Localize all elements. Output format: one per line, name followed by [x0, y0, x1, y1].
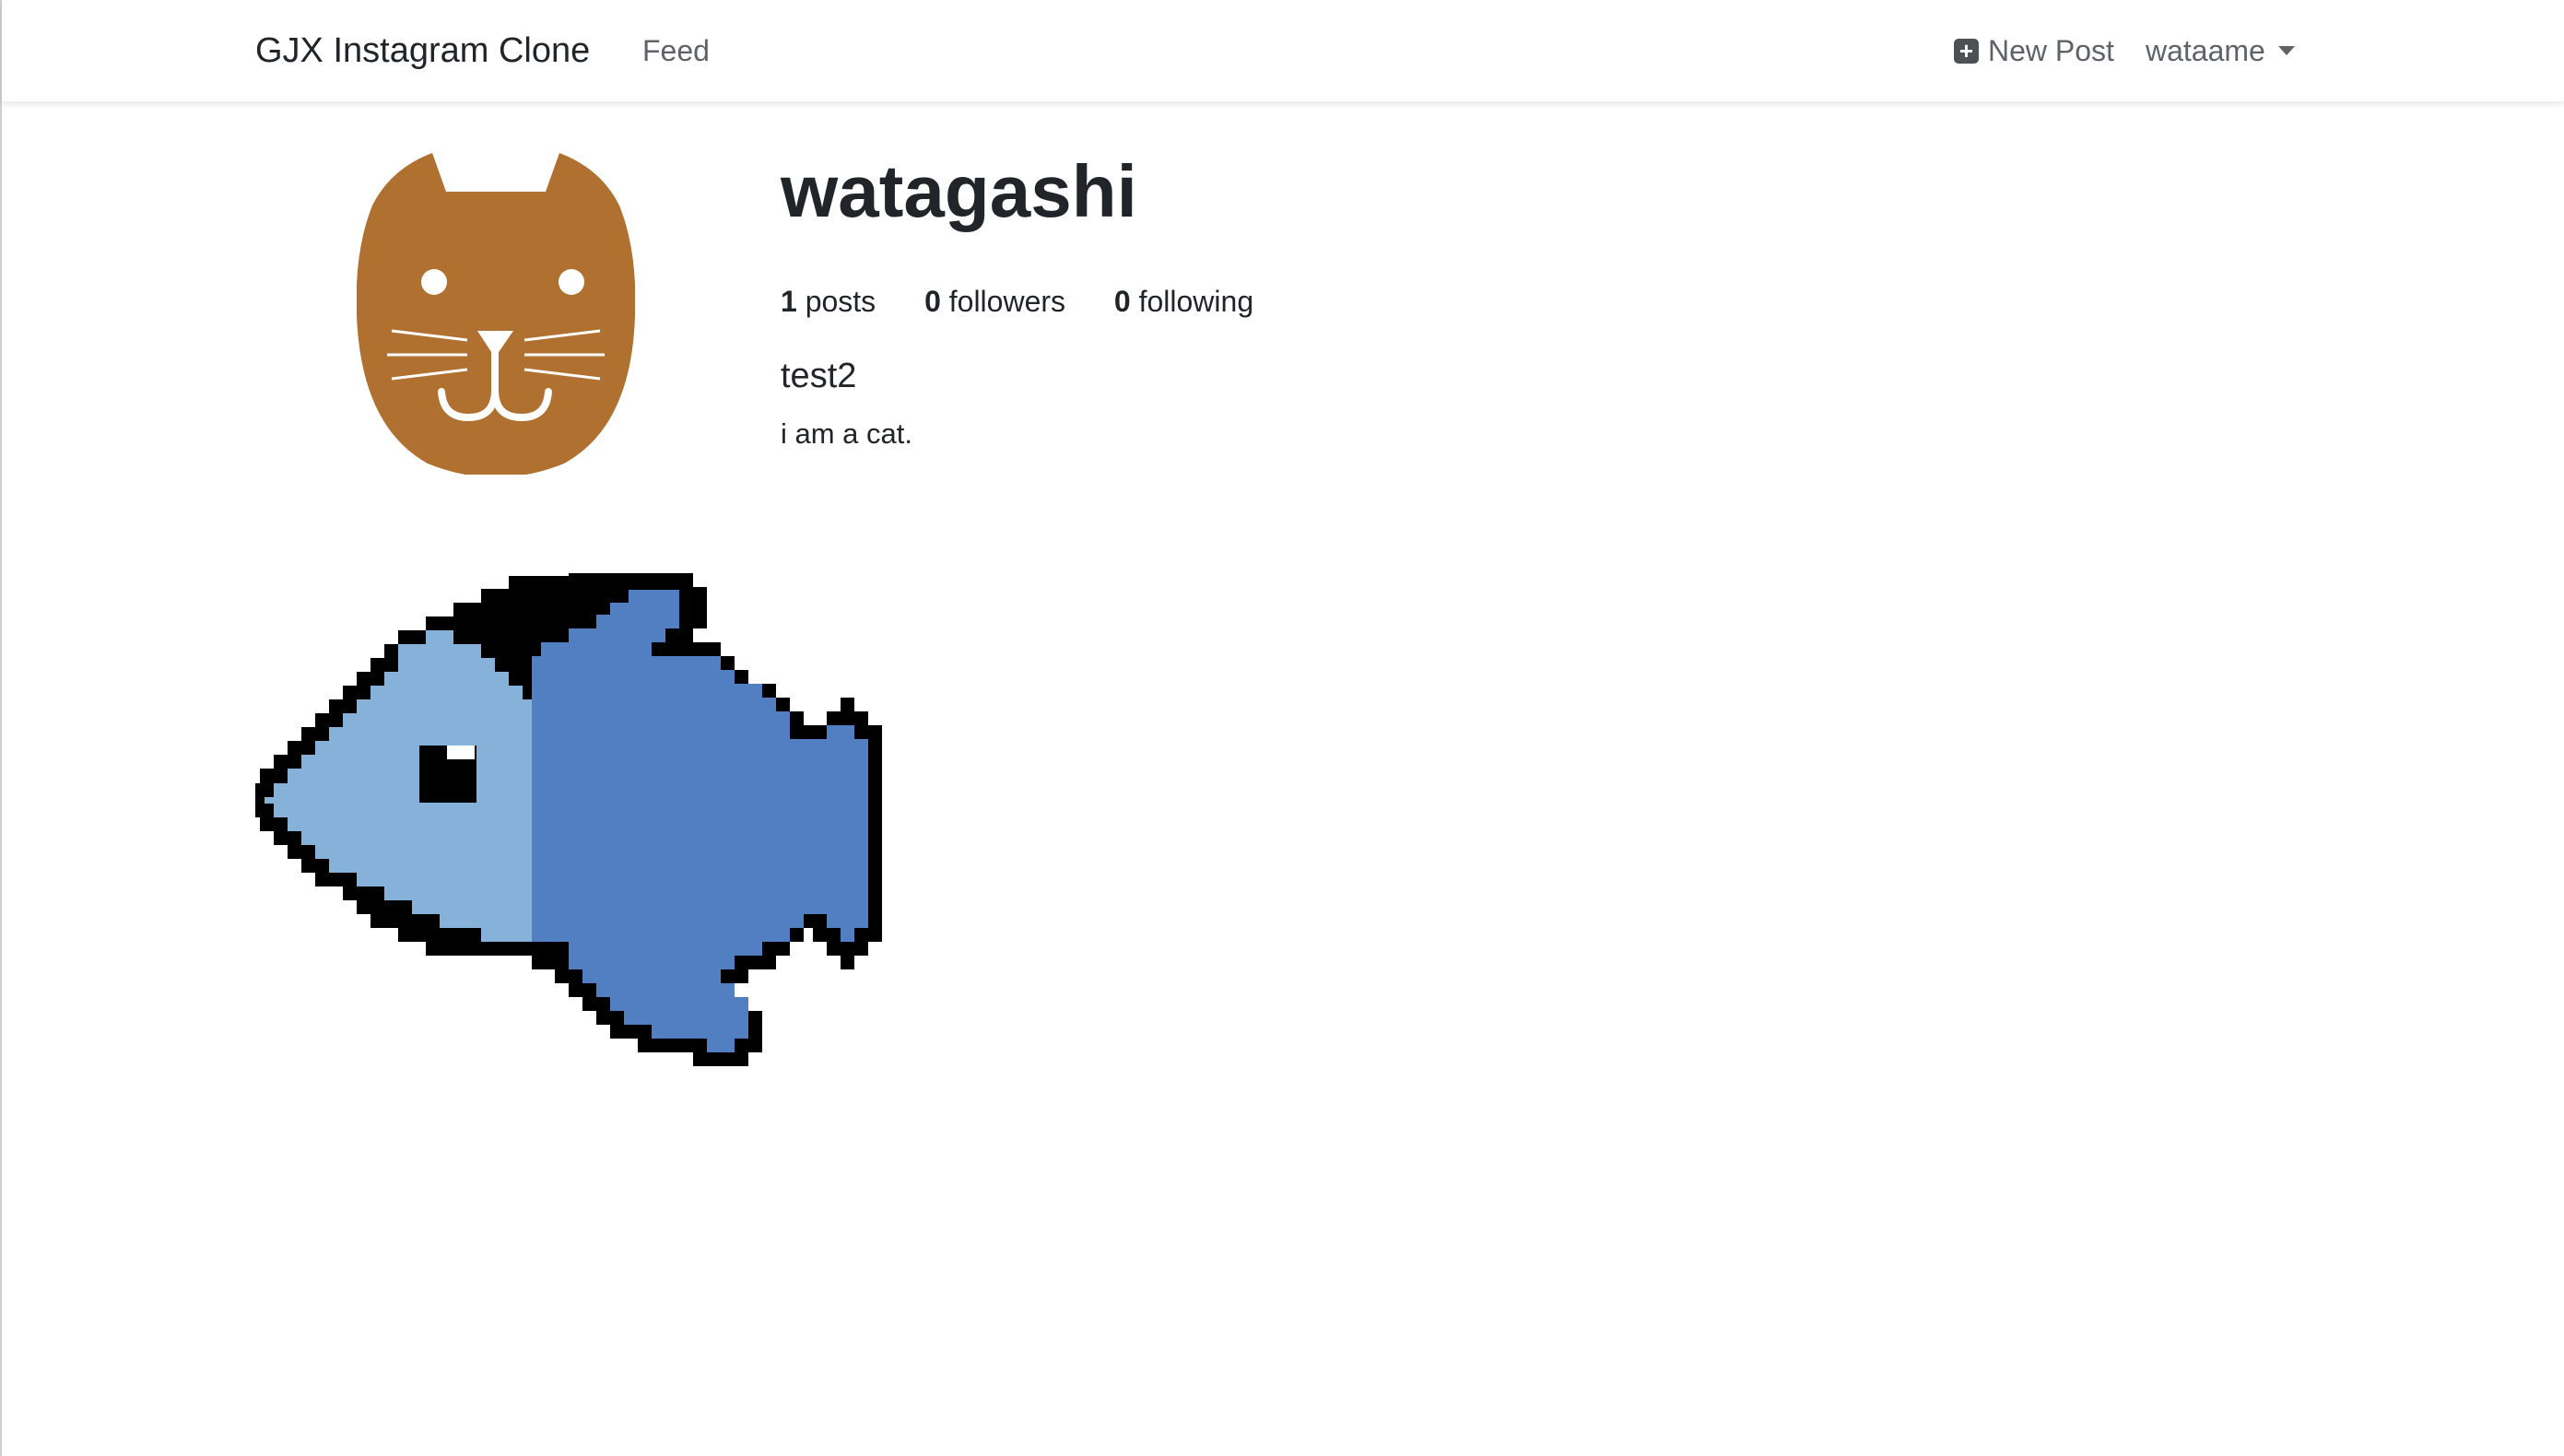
following-count: 0 [1113, 285, 1131, 318]
posts-stat: 1 posts [781, 281, 876, 323]
posts-count: 1 [781, 285, 797, 318]
new-post-button[interactable]: + New Post [1954, 0, 2114, 101]
profile-username: watagashi [781, 150, 1137, 232]
post-thumbnail[interactable] [255, 573, 919, 1108]
new-post-label: New Post [1988, 33, 2114, 67]
nav-feed-link[interactable]: Feed [642, 0, 710, 101]
caret-down-icon [2277, 46, 2295, 55]
brand-link[interactable]: GJX Instagram Clone [255, 0, 590, 101]
pixel-fish-icon [255, 573, 882, 1066]
profile-avatar [356, 150, 636, 477]
following-label: following [1138, 285, 1254, 318]
navbar: GJX Instagram Clone Feed + New Post wata… [2, 0, 2564, 101]
plus-square-icon: + [1954, 38, 1979, 64]
user-menu-dropdown[interactable]: wataame [2146, 0, 2295, 101]
user-menu-label: wataame [2146, 33, 2265, 67]
posts-label: posts [805, 285, 876, 318]
cat-icon [356, 153, 636, 477]
followers-label: followers [948, 285, 1066, 318]
browser-window: GJX Instagram Clone Feed + New Post wata… [0, 0, 2564, 1456]
profile-full-name: test2 [781, 357, 857, 395]
followers-stat[interactable]: 0 followers [924, 281, 1065, 323]
profile-bio: i am a cat. [781, 417, 912, 450]
following-stat[interactable]: 0 following [1114, 281, 1253, 323]
profile-stats: 1 posts 0 followers 0 following [781, 281, 1294, 323]
followers-count: 0 [924, 285, 941, 318]
